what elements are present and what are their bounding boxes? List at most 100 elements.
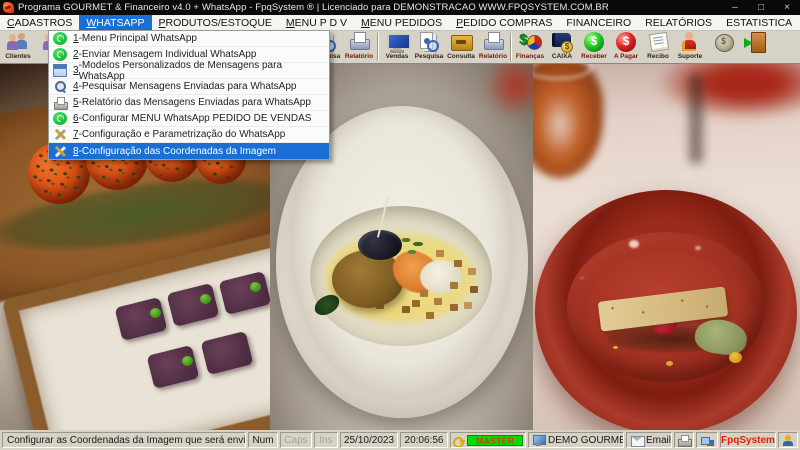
- user-panel[interactable]: [778, 432, 798, 448]
- menuitem-configuracao-parametrizacao[interactable]: 7 -Configuração e Parametrização do Whats…: [49, 127, 329, 143]
- network-icon: [701, 435, 713, 446]
- search-pages-icon: [417, 31, 441, 53]
- glass-stem-blur: [689, 74, 703, 164]
- pea-garnish: [150, 308, 161, 318]
- toolbar-receber-button[interactable]: Receber: [578, 31, 610, 63]
- status-message: Configurar as Coordenadas da Imagem que …: [2, 432, 246, 448]
- pea-garnish: [200, 294, 211, 304]
- payables-coin-icon: [614, 31, 638, 53]
- printer-icon: [678, 434, 692, 447]
- plate-glints: [629, 240, 639, 248]
- title-bar: Programa GOURMET & Financeiro v4.0 + Wha…: [0, 0, 800, 15]
- sauce-dots: [729, 352, 742, 363]
- menu-estatistica[interactable]: ESTATISTICA: [719, 15, 799, 30]
- tools-icon: [53, 128, 67, 141]
- clients-icon: [6, 31, 30, 53]
- insert-indicator: Ins: [314, 432, 338, 448]
- background-blur: [481, 64, 533, 116]
- sales-monitor-icon: [385, 31, 411, 53]
- whatsapp-icon: [53, 32, 67, 45]
- wine-glass-blur: [533, 64, 603, 178]
- app-logo-icon: [3, 2, 14, 13]
- menuitem-modelos-personalizados[interactable]: 3 -Modelos Personalizados de Mensagens pa…: [49, 60, 329, 82]
- poached-egg: [420, 260, 462, 294]
- report-printer-icon: [481, 31, 505, 53]
- receivables-coin-icon: [582, 31, 606, 53]
- toolbar-consulta-button[interactable]: Consulta: [445, 31, 477, 63]
- menu-produtos-estoque[interactable]: P RODUTOS/ESTOQUE: [152, 15, 279, 30]
- toolbar-vendas-button[interactable]: Vendas: [381, 31, 413, 63]
- maximize-button[interactable]: □: [748, 0, 774, 15]
- toolbar-separator: [377, 33, 379, 61]
- toolbar-moeda-button[interactable]: [708, 31, 740, 63]
- whatsapp-icon: [53, 112, 67, 125]
- menuitem-configuracao-coordenadas[interactable]: 8 -Configuração das Coordenadas da Imagem: [49, 143, 329, 159]
- toolbar-clientes-button[interactable]: Clientes: [2, 31, 34, 63]
- minimize-button[interactable]: –: [722, 0, 748, 15]
- envelope-icon: [631, 435, 645, 447]
- menu-whatsapp[interactable]: W HATSAPP: [79, 15, 152, 30]
- whatsapp-icon: [53, 48, 67, 61]
- user-level-panel: MASTER: [450, 432, 526, 448]
- magnifier-icon: [53, 80, 67, 93]
- num-lock-indicator: Num: [248, 432, 278, 448]
- caps-lock-indicator: Caps: [280, 432, 312, 448]
- menu-bar: C ADASTROS W HATSAPP P RODUTOS/ESTOQUE M ENU…: [0, 15, 800, 31]
- toolbar-relatorio-button[interactable]: Relatório: [343, 31, 375, 63]
- computer-icon: [533, 434, 546, 446]
- toolbar-sair-button[interactable]: [740, 31, 772, 63]
- cashbook-icon: [550, 31, 574, 53]
- toolbar-relatorio2-button[interactable]: Relatório: [477, 31, 509, 63]
- status-bar: Configurar as Coordenadas da Imagem que …: [0, 430, 800, 450]
- microgreens: [398, 234, 432, 258]
- croutons: [420, 290, 428, 297]
- menu-pedido-compras[interactable]: P EDIDO COMPRAS: [449, 15, 559, 30]
- printer-panel[interactable]: [674, 432, 694, 448]
- toolbar-separator: [510, 33, 512, 61]
- menu-financeiro[interactable]: FINANCEIRO: [559, 15, 638, 30]
- menuitem-menu-principal[interactable]: 1 -Menu Principal WhatsApp: [49, 31, 329, 47]
- support-person-icon: [678, 31, 702, 53]
- brand-label: FpqSystem: [720, 432, 776, 448]
- toolbar-recibo-button[interactable]: Recibo: [642, 31, 674, 63]
- menuitem-relatorio-mensagens[interactable]: 5 -Relatório das Mensagens Enviadas para …: [49, 95, 329, 111]
- window-title: Programa GOURMET & Financeiro v4.0 + Wha…: [18, 2, 609, 13]
- whatsapp-dropdown-menu: 1 -Menu Principal WhatsApp 2 -Enviar Mensa…: [48, 30, 330, 160]
- user-icon: [782, 434, 794, 446]
- menuitem-pesquisar-mensagens[interactable]: 4 -Pesquisar Mensagens Enviadas para What…: [49, 79, 329, 95]
- menuitem-configurar-menu-pedido[interactable]: 6 -Configurar MENU WhatsApp PEDIDO DE VEN…: [49, 111, 329, 127]
- toolbar-apagar-button[interactable]: A Pagar: [610, 31, 642, 63]
- key-icon: [453, 435, 465, 447]
- application-window: Programa GOURMET & Financeiro v4.0 + Wha…: [0, 0, 800, 450]
- query-drawer-icon: [449, 31, 473, 53]
- status-date: 25/10/2023: [340, 432, 398, 448]
- window-icon: [53, 64, 67, 77]
- exit-door-icon: [744, 31, 768, 53]
- menu-relatorios[interactable]: RELATÓRIOS: [638, 15, 719, 30]
- caviar: [358, 230, 402, 260]
- photo-red-plate-dessert: [533, 64, 800, 430]
- email-panel[interactable]: Email: [626, 432, 672, 448]
- printer-icon: [53, 96, 68, 110]
- report-printer-icon: [347, 31, 371, 53]
- menu-pedidos[interactable]: M ENU PEDIDOS: [354, 15, 449, 30]
- toolbar-suporte-button[interactable]: Suporte: [674, 31, 706, 63]
- coin-icon: [712, 31, 736, 53]
- pea-garnish: [250, 282, 261, 292]
- menu-pdv[interactable]: M ENU P D V: [279, 15, 354, 30]
- master-user-badge: MASTER: [467, 434, 523, 446]
- toolbar-financas-button[interactable]: Finanças: [514, 31, 546, 63]
- menu-cadastros[interactable]: C ADASTROS: [0, 15, 79, 30]
- receipt-note-icon: [646, 31, 670, 53]
- network-panel[interactable]: [696, 432, 718, 448]
- app-version-panel: DEMO GOURMET 4.0: [528, 432, 624, 448]
- status-time: 20:06:56: [400, 432, 448, 448]
- close-button[interactable]: ×: [774, 0, 800, 15]
- finance-dollar-pie-icon: [518, 31, 542, 53]
- pea-garnish: [182, 356, 193, 366]
- toolbar-pesquisa2-button[interactable]: Pesquisa: [413, 31, 445, 63]
- fried-disc: [332, 250, 404, 308]
- toolbar-caixa-button[interactable]: CAIXA: [546, 31, 578, 63]
- background-plate-blur: [660, 64, 800, 118]
- tools-icon: [53, 145, 67, 158]
